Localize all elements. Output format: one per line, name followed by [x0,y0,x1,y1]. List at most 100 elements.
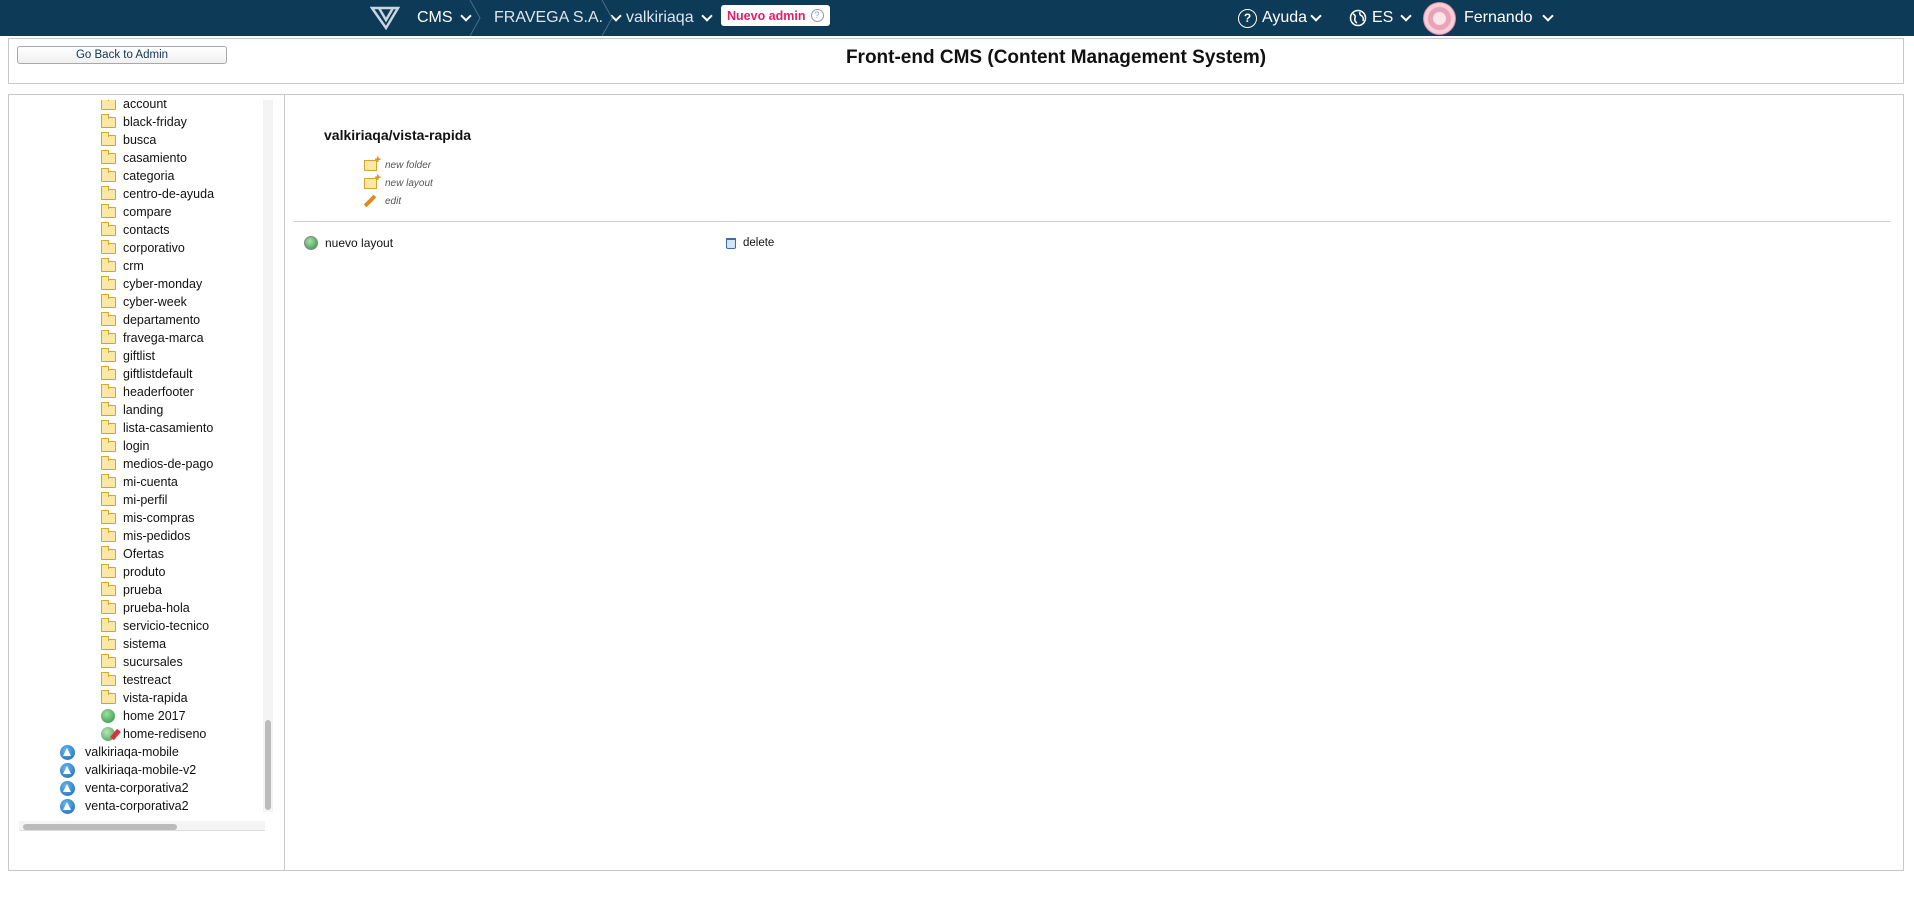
website-icon [60,744,75,760]
new-layout-icon [364,172,381,189]
new-folder-icon [364,154,381,171]
tree-folder-item[interactable]: mi-cuenta [101,473,178,491]
tree-folder-item[interactable]: sistema [101,635,166,653]
avatar [1423,1,1456,35]
divider [294,221,1890,222]
folder-icon [101,113,116,128]
tree-layout-item[interactable]: home 2017 [101,707,186,725]
tree-folder-item[interactable]: mis-pedidos [101,527,190,545]
folder-icon [101,635,116,650]
tree-folder-item[interactable]: busca [101,131,156,149]
tree-folder-item[interactable]: giftlist [101,347,155,365]
delete-layout-button[interactable]: delete [726,234,774,252]
tree-folder-item[interactable]: crm [101,257,144,275]
tree-layout-item[interactable]: home-rediseno [101,725,206,743]
tree-folder-item[interactable]: landing [101,401,163,419]
tree-folder-item[interactable]: sucursales [101,653,183,671]
tree-folder-item[interactable]: fravega-marca [101,329,204,347]
tree-folder-item[interactable]: lista-casamiento [101,419,213,437]
trash-icon [726,237,736,249]
tree-folder-item[interactable]: departamento [101,311,200,329]
folder-icon [101,689,116,704]
tree-folder-item[interactable]: contacts [101,221,170,239]
tree-folder-item[interactable]: black-friday [101,113,187,131]
tree-item-label: venta-corporativa2 [85,781,189,795]
tree-folder-item[interactable]: prueba [101,581,162,599]
tree-site-item[interactable]: valkiriaqa-mobile-v2 [60,761,196,779]
folder-icon [101,203,116,218]
edit-label: edit [385,195,402,207]
store-menu[interactable]: valkiriaqa [626,0,713,36]
edit-link[interactable]: edit [363,193,402,209]
new-admin-badge[interactable]: Nuevo admin ? [721,5,830,26]
main-panel: account black-friday busca casamiento catego… [8,94,1904,871]
tree-site-item[interactable]: venta-corporativa2 [60,797,189,815]
tree-folder-item[interactable]: mi-perfil [101,491,167,509]
tree-item-label: mi-perfil [123,493,168,507]
tree-folder-item[interactable]: cyber-monday [101,275,202,293]
vertical-scrollbar-thumb[interactable] [265,720,271,810]
folder-icon [101,329,116,344]
tree-folder-item[interactable]: Ofertas [101,545,164,563]
tree-folder-item[interactable]: headerfooter [101,383,194,401]
cms-menu[interactable]: CMS [417,0,472,36]
tree-folder-item[interactable]: categoria [101,167,174,185]
tree-folder-item[interactable]: testreact [101,671,171,689]
tree-folder-item[interactable]: vista-rapida [101,689,188,707]
tree-folder-item[interactable]: corporativo [101,239,185,257]
language-menu[interactable]: ES [1349,0,1413,36]
tree-item-label: busca [123,133,157,147]
vtex-logo-icon[interactable] [370,5,400,31]
top-navbar: CMS FRAVEGA S.A. valkiriaqa Nuevo admin … [0,0,1914,36]
folder-icon [101,419,116,434]
tree-folder-item[interactable]: cyber-week [101,293,187,311]
help-menu[interactable]: ? Ayuda [1238,0,1322,36]
folder-icon [101,401,116,416]
tree-folder-item[interactable]: prueba-hola [101,599,190,617]
tree-item-label: medios-de-pago [123,457,214,471]
folder-icon [101,671,116,686]
tree-folder-item[interactable]: casamiento [101,149,187,167]
tree-folder-item[interactable]: login [101,437,149,455]
tree-item-label: valkiriaqa-mobile-v2 [85,763,197,777]
tree-folder-item[interactable]: centro-de-ayuda [101,185,214,203]
tree-item-label: contacts [123,223,170,237]
tree-folder-item[interactable]: compare [101,203,172,221]
tree-item-label: sucursales [123,655,183,669]
folder-icon [101,581,116,596]
folder-icon [101,149,116,164]
folder-icon [101,599,116,614]
globe-icon [1349,9,1367,27]
folder-icon [101,383,116,398]
folder-icon [101,131,116,146]
tree-item-label: venta-corporativa2 [85,799,189,813]
store-menu-label: valkiriaqa [626,9,694,26]
vertical-scrollbar[interactable] [263,100,273,812]
tree-folder-item[interactable]: medios-de-pago [101,455,213,473]
tree-folder-item[interactable]: produto [101,563,165,581]
chevron-down-icon [1400,9,1413,22]
new-layout-link[interactable]: new layout [364,172,433,191]
layout-name: nuevo layout [325,236,394,250]
layout-row[interactable]: nuevo layout [304,234,393,252]
chevron-down-icon [1310,9,1322,22]
folder-icon [101,437,116,452]
tree-item-label: crm [123,259,144,273]
delete-label: delete [743,237,775,249]
tree-folder-item[interactable]: mis-compras [101,509,195,527]
folder-icon [101,167,116,182]
tree-item-label: mis-compras [123,511,195,525]
content-pane: valkiriaqa/vista-rapida new folder new l… [286,95,1903,870]
folder-icon [101,653,116,668]
user-menu[interactable]: Fernando [1423,0,1554,36]
tree-item-label: servicio-tecnico [123,619,210,633]
tree-folder-item[interactable]: account [101,100,167,113]
horizontal-scrollbar-thumb[interactable] [23,824,177,830]
tree-folder-item[interactable]: servicio-tecnico [101,617,209,635]
layout-globe-icon [304,236,318,250]
tree-site-item[interactable]: valkiriaqa-mobile [60,743,179,761]
tree-folder-item[interactable]: giftlistdefault [101,365,192,383]
tree-item-label: mi-cuenta [123,475,178,489]
folder-icon [101,545,116,560]
tree-site-item[interactable]: venta-corporativa2 [60,779,189,797]
